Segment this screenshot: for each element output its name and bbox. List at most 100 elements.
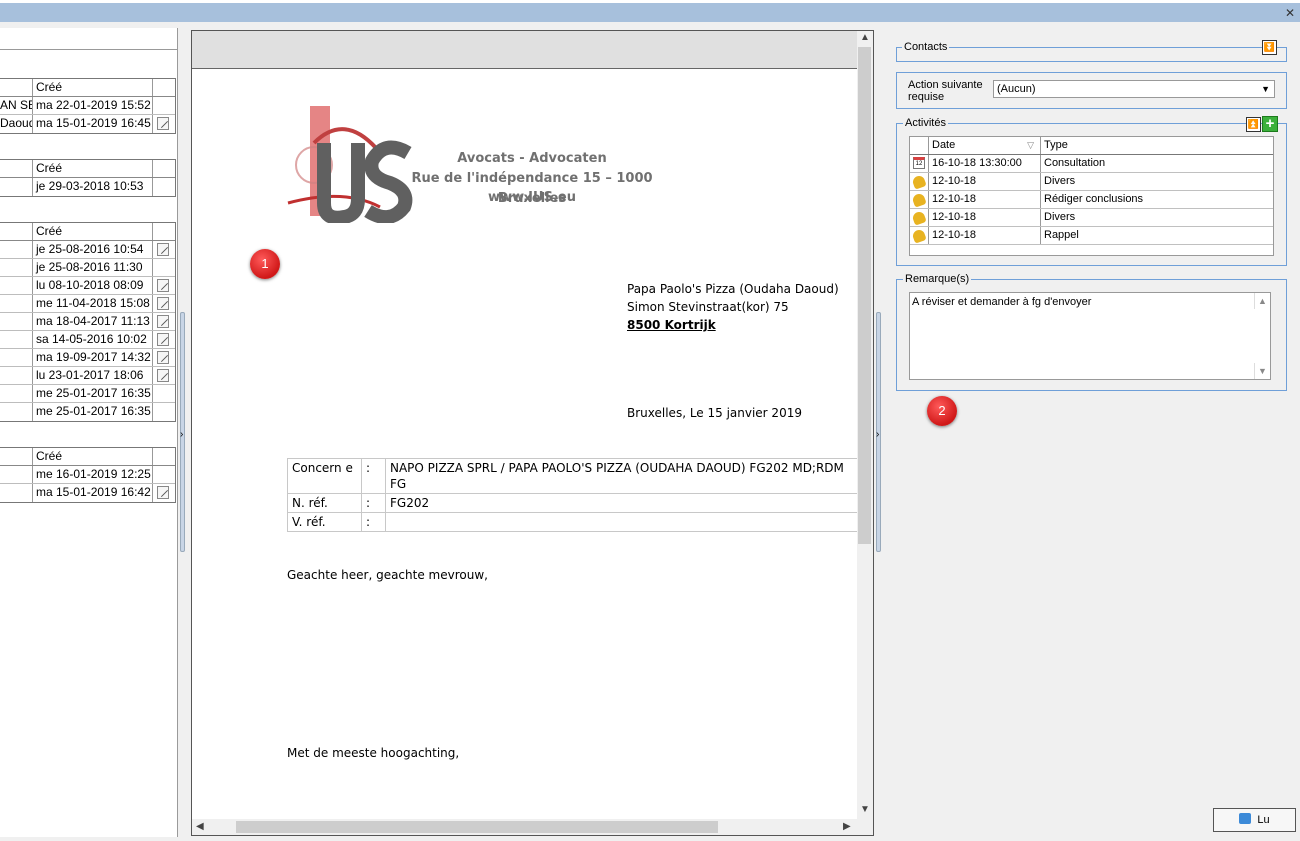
- activity-date: 12-10-18: [929, 191, 1041, 208]
- bell-icon: [911, 210, 927, 226]
- remarks-text: A réviser et demander à fg d'envoyer: [912, 296, 1092, 308]
- table-row[interactable]: me 25-01-2017 16:35: [0, 385, 175, 403]
- col-created[interactable]: Créé: [33, 79, 153, 96]
- activities-group: Activités ⏫ + Date ▽ Type 12 16-10-18 13:3…: [896, 116, 1287, 266]
- table-row[interactable]: ma 18-04-2017 11:13: [0, 313, 175, 331]
- badge-1: 1: [250, 249, 280, 279]
- col-created[interactable]: Créé: [33, 223, 153, 240]
- table-row[interactable]: ma 15-01-2019 16:42: [0, 484, 175, 502]
- edit-note-icon[interactable]: [157, 297, 169, 310]
- activity-type: Rédiger conclusions: [1044, 193, 1144, 205]
- row-created-cell: ma 22-01-2019 15:52: [33, 97, 153, 114]
- action-group: Action suivante requise (Aucun) ▼: [896, 72, 1287, 109]
- chevron-down-icon[interactable]: ▼: [1261, 81, 1270, 97]
- table-row[interactable]: lu 08-10-2018 08:09: [0, 277, 175, 295]
- read-icon: [1239, 813, 1252, 824]
- col-type[interactable]: Type: [1041, 137, 1273, 154]
- activity-row[interactable]: 12-10-18 Rappel: [910, 227, 1273, 245]
- table-row[interactable]: AN SEFma 22-01-2019 15:52: [0, 97, 175, 115]
- bell-icon: [911, 192, 927, 208]
- row-name-cell: Daoud: [0, 115, 33, 133]
- splitter-arrow-icon[interactable]: ›: [180, 429, 183, 440]
- row-name-cell: [0, 403, 33, 421]
- ref-row-concern: Concern e : NAPO PIZZA SPRL / PAPA PAOLO…: [287, 458, 859, 494]
- col-created[interactable]: Créé: [33, 448, 153, 465]
- row-name-cell: [0, 313, 33, 330]
- table-row[interactable]: lu 23-01-2017 18:06: [0, 367, 175, 385]
- edit-note-icon[interactable]: [157, 117, 169, 130]
- col-date[interactable]: Date ▽: [929, 137, 1041, 154]
- table-row[interactable]: je 25-08-2016 11:30: [0, 259, 175, 277]
- row-name-cell: [0, 277, 33, 294]
- table-row[interactable]: je 25-08-2016 10:54: [0, 241, 175, 259]
- activity-row[interactable]: 12 16-10-18 13:30:00 Consultation: [910, 155, 1273, 173]
- action-select-value: (Aucun): [997, 83, 1036, 95]
- vertical-scroll-thumb[interactable]: [858, 47, 871, 544]
- bell-icon: [911, 228, 927, 244]
- activity-row[interactable]: 12-10-18 Divers: [910, 173, 1273, 191]
- action-select[interactable]: (Aucun) ▼: [993, 80, 1275, 98]
- sort-icon[interactable]: ▽: [1027, 137, 1034, 154]
- expand-contacts-icon[interactable]: ⏬: [1262, 40, 1277, 55]
- scroll-up-icon[interactable]: ▲: [860, 32, 870, 43]
- grid-header: Créé: [0, 160, 175, 178]
- table-row[interactable]: sa 14-05-2016 10:02: [0, 331, 175, 349]
- row-name-cell: [0, 367, 33, 384]
- table-row[interactable]: Daoud ma 15-01-2019 16:45: [0, 115, 175, 133]
- row-name-cell: [0, 178, 33, 196]
- scroll-up-icon[interactable]: ▲: [1254, 293, 1270, 309]
- table-row[interactable]: me 25-01-2017 16:35: [0, 403, 175, 421]
- row-name-cell: [0, 259, 33, 276]
- row-name-cell: [0, 331, 33, 348]
- grid-header: Créé: [0, 79, 175, 97]
- row-created-cell: me 16-01-2019 12:25: [33, 466, 153, 483]
- document-vertical-scrollbar[interactable]: ▲ ▼: [857, 31, 873, 821]
- left-list-panel: CrééAN SEFma 22-01-2019 15:52Daoudma 15-…: [0, 28, 178, 837]
- table-row[interactable]: me 16-01-2019 12:25: [0, 466, 175, 484]
- table-row[interactable]: je 29-03-2018 10:53: [0, 178, 175, 196]
- horizontal-scroll-thumb[interactable]: [236, 821, 718, 833]
- edit-note-icon[interactable]: [157, 486, 169, 499]
- row-name-cell: AN SEF: [0, 97, 33, 114]
- edit-note-icon[interactable]: [157, 351, 169, 364]
- row-name-cell: [0, 295, 33, 312]
- list-group-4: Créé me 16-01-2019 12:25 ma 15-01-2019 16:…: [0, 447, 176, 503]
- ref-sep: :: [361, 512, 386, 532]
- row-created-cell: me 25-01-2017 16:35: [33, 385, 153, 402]
- remarks-textarea[interactable]: A réviser et demander à fg d'envoyer ▲ ▼: [909, 292, 1271, 380]
- edit-note-icon[interactable]: [157, 315, 169, 328]
- scroll-down-icon[interactable]: ▼: [860, 804, 870, 815]
- edit-note-icon[interactable]: [157, 333, 169, 346]
- add-activity-icon[interactable]: +: [1262, 116, 1278, 132]
- col-created[interactable]: Créé: [33, 160, 153, 177]
- activities-grid: Date ▽ Type 12 16-10-18 13:30:00 Consultati…: [909, 136, 1274, 256]
- document-horizontal-scrollbar[interactable]: ◀ ▶: [192, 819, 873, 835]
- lu-label: Lu: [1257, 814, 1270, 826]
- row-name-cell: [0, 349, 33, 366]
- scroll-left-icon[interactable]: ◀: [196, 821, 204, 832]
- scroll-right-icon[interactable]: ▶: [843, 821, 851, 832]
- edit-note-icon[interactable]: [157, 243, 169, 256]
- activities-title: Activités: [903, 117, 948, 129]
- edit-note-icon[interactable]: [157, 279, 169, 292]
- row-created-cell: ma 19-09-2017 14:32: [33, 349, 153, 366]
- badge-2: 2: [927, 396, 957, 426]
- contacts-frame: [896, 47, 1287, 62]
- row-name-cell: [0, 484, 33, 502]
- table-row[interactable]: me 11-04-2018 15:08: [0, 295, 175, 313]
- lu-button[interactable]: Lu: [1213, 808, 1296, 832]
- activity-row[interactable]: 12-10-18 Rédiger conclusions: [910, 191, 1273, 209]
- row-name-cell: [0, 466, 33, 483]
- table-row[interactable]: ma 19-09-2017 14:32: [0, 349, 175, 367]
- row-created-cell: je 25-08-2016 10:54: [33, 241, 153, 258]
- edit-note-icon[interactable]: [157, 369, 169, 382]
- splitter-arrow-icon[interactable]: ›: [876, 429, 879, 440]
- close-icon[interactable]: ✕: [1285, 6, 1295, 20]
- collapse-activities-icon[interactable]: ⏫: [1246, 117, 1261, 132]
- ref-label: V. réf.: [287, 512, 362, 532]
- ref-label: N. réf.: [287, 493, 362, 513]
- row-created-cell: ma 18-04-2017 11:13: [33, 313, 153, 330]
- grid-header: Créé: [0, 448, 175, 466]
- activity-row[interactable]: 12-10-18 Divers: [910, 209, 1273, 227]
- scroll-down-icon[interactable]: ▼: [1254, 363, 1270, 379]
